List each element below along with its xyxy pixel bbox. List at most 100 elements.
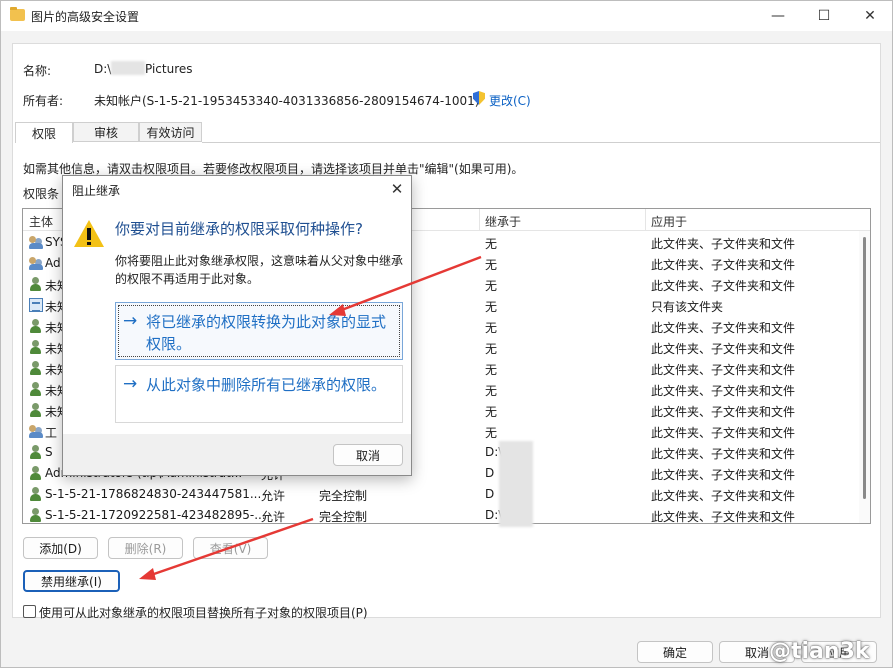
user-icon xyxy=(29,319,43,333)
cell-applies-to: 此文件夹、子文件夹和文件 xyxy=(651,258,796,272)
cell-principal: Ad xyxy=(45,256,61,270)
convert-inherited-option-label: 将已继承的权限转换为此对象的显式权限。 xyxy=(146,313,387,353)
redacted-path xyxy=(111,61,145,75)
convert-inherited-option[interactable]: → 将已继承的权限转换为此对象的显式权限。 xyxy=(115,302,403,360)
cell-access: 完全控制 xyxy=(319,489,368,503)
name-value-prefix: D:\ xyxy=(94,62,112,76)
user-icon xyxy=(29,445,43,459)
title-bar: 图片的高级安全设置 — ☐ ✕ xyxy=(1,1,892,31)
cell-inherited-from: 无 xyxy=(485,279,498,293)
cell-applies-to: 此文件夹、子文件夹和文件 xyxy=(651,342,796,356)
ok-button[interactable]: 确定 xyxy=(637,641,713,663)
remove-button[interactable]: 删除(R) xyxy=(108,537,183,559)
cell-type: 允许 xyxy=(261,489,286,503)
cell-access: 完全控制 xyxy=(319,510,368,524)
cell-principal: S xyxy=(45,445,53,459)
redacted-inherited-path xyxy=(499,441,533,527)
disable-inheritance-button[interactable]: 禁用继承(I) xyxy=(23,570,120,592)
user-icon xyxy=(29,361,43,375)
window-title: 图片的高级安全设置 xyxy=(31,10,140,24)
folder-icon xyxy=(10,7,25,21)
scroll-thumb[interactable] xyxy=(863,237,866,499)
cell-inherited-from: D xyxy=(485,466,495,480)
cell-inherited-from: 无 xyxy=(485,384,498,398)
user-icon xyxy=(29,508,43,522)
add-button[interactable]: 添加(D) xyxy=(23,537,98,559)
advanced-security-window: 图片的高级安全设置 — ☐ ✕ 名称: D:\ Pictures 所有者: 未知… xyxy=(0,0,893,668)
close-button[interactable]: ✕ xyxy=(847,1,892,31)
header-divider xyxy=(645,209,646,231)
cell-inherited-from: D xyxy=(485,487,495,501)
user-group-icon xyxy=(29,235,43,249)
cell-inherited-from: 无 xyxy=(485,405,498,419)
arrow-right-icon: → xyxy=(123,311,138,331)
user-icon xyxy=(29,403,43,417)
minimize-button[interactable]: — xyxy=(755,1,801,31)
change-owner-link[interactable]: 更改(C) xyxy=(489,92,531,109)
cell-applies-to: 此文件夹、子文件夹和文件 xyxy=(651,405,796,419)
watermark: @tian3k xyxy=(769,639,870,664)
entries-label: 权限条 xyxy=(23,187,60,201)
dialog-message: 你将要阻止此对象继承权限，这意味着从父对象中继承的权限不再适用于此对象。 xyxy=(115,254,404,286)
cell-applies-to: 只有该文件夹 xyxy=(651,300,724,314)
cell-applies-to: 此文件夹、子文件夹和文件 xyxy=(651,363,796,377)
dialog-cancel-button[interactable]: 取消 xyxy=(333,444,403,466)
maximize-button[interactable]: ☐ xyxy=(801,1,847,31)
cell-inherited-from: 无 xyxy=(485,258,498,272)
cell-inherited-from: 无 xyxy=(485,300,498,314)
header-inherited-from[interactable]: 继承于 xyxy=(485,213,521,230)
user-icon xyxy=(29,340,43,354)
warning-icon-dot xyxy=(87,242,91,245)
tab-auditing[interactable]: 审核 xyxy=(73,122,139,142)
user-group-icon xyxy=(29,256,43,270)
cell-applies-to: 此文件夹、子文件夹和文件 xyxy=(651,279,796,293)
table-row[interactable]: S-1-5-21-1786824830-243447581... 允许 完全控制 D 此… xyxy=(23,484,858,505)
service-icon xyxy=(29,298,43,312)
cell-applies-to: 此文件夹、子文件夹和文件 xyxy=(651,426,796,440)
cell-applies-to: 此文件夹、子文件夹和文件 xyxy=(651,468,796,482)
block-inheritance-dialog: 阻止继承 ✕ 你要对目前继承的权限采取何种操作? 你将要阻止此对象继承权限，这意… xyxy=(62,175,412,476)
remove-inherited-option-label: 从此对象中删除所有已继承的权限。 xyxy=(146,376,387,394)
cell-applies-to: 此文件夹、子文件夹和文件 xyxy=(651,447,796,461)
cell-inherited-from: 无 xyxy=(485,426,498,440)
tab-effective-access[interactable]: 有效访问 xyxy=(139,122,202,142)
user-icon xyxy=(29,382,43,396)
arrow-right-icon: → xyxy=(123,374,138,394)
cell-applies-to: 此文件夹、子文件夹和文件 xyxy=(651,384,796,398)
name-label: 名称: xyxy=(23,64,52,78)
user-icon xyxy=(29,277,43,291)
tab-divider xyxy=(202,142,880,143)
dialog-close-icon[interactable]: ✕ xyxy=(385,178,409,200)
cell-applies-to: 此文件夹、子文件夹和文件 xyxy=(651,237,796,251)
header-principal[interactable]: 主体 xyxy=(29,213,53,230)
remove-inherited-option[interactable]: → 从此对象中删除所有已继承的权限。 xyxy=(115,365,403,423)
dialog-title: 阻止继承 xyxy=(72,184,121,198)
user-icon xyxy=(29,487,43,501)
cell-applies-to: 此文件夹、子文件夹和文件 xyxy=(651,321,796,335)
user-icon xyxy=(29,466,43,480)
cell-inherited-from: 无 xyxy=(485,237,498,251)
user-group-icon xyxy=(29,424,43,438)
cell-principal: S-1-5-21-1786824830-243447581... xyxy=(45,487,262,501)
dialog-question: 你要对目前继承的权限采取何种操作? xyxy=(115,220,363,238)
owner-value: 未知帐户(S-1-5-21-1953453340-4031336856-2809… xyxy=(94,94,480,108)
dialog-footer: 取消 xyxy=(63,434,411,475)
table-row[interactable]: S-1-5-21-1720922581-423482895-... 允许 完全控制 D… xyxy=(23,505,858,524)
cell-type: 允许 xyxy=(261,510,286,524)
header-applies-to[interactable]: 应用于 xyxy=(651,213,687,230)
owner-label: 所有者: xyxy=(23,94,64,108)
cell-inherited-from: 无 xyxy=(485,321,498,335)
replace-child-permissions-checkbox[interactable] xyxy=(23,605,36,618)
view-button[interactable]: 查看(V) xyxy=(193,537,268,559)
cell-applies-to: 此文件夹、子文件夹和文件 xyxy=(651,489,796,503)
replace-child-permissions-label: 使用可从此对象继承的权限项目替换所有子对象的权限项目(P) xyxy=(39,606,368,620)
vertical-scrollbar[interactable] xyxy=(859,231,870,523)
tab-permissions[interactable]: 权限 xyxy=(15,122,73,143)
name-value-suffix: Pictures xyxy=(145,62,193,76)
cell-principal: S-1-5-21-1720922581-423482895-... xyxy=(45,508,266,522)
warning-icon-mark xyxy=(87,228,91,240)
cell-inherited-from: 无 xyxy=(485,342,498,356)
cell-inherited-from: 无 xyxy=(485,363,498,377)
cell-applies-to: 此文件夹、子文件夹和文件 xyxy=(651,510,796,524)
cell-principal: 工 xyxy=(45,426,58,440)
